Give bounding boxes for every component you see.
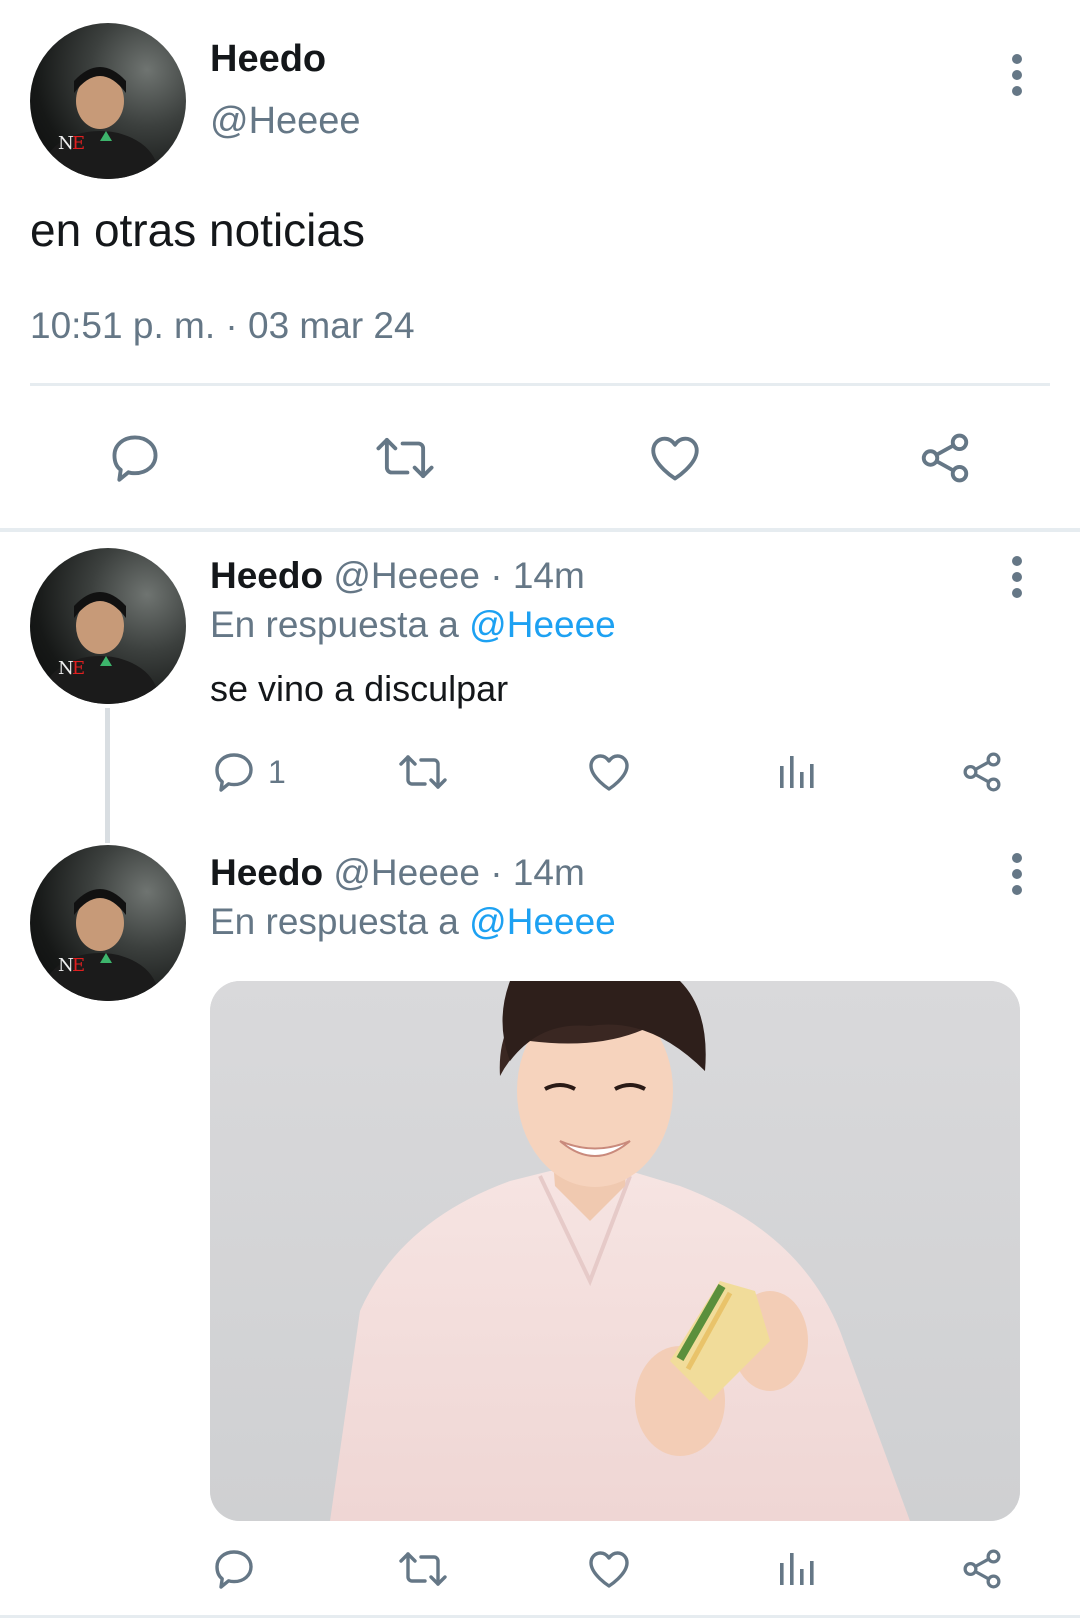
retweet-icon [399,1552,447,1586]
more-icon[interactable] [1005,51,1029,104]
share-icon [921,433,969,483]
analytics-icon [780,1553,814,1585]
analytics-icon [780,756,814,788]
retweet-button[interactable] [395,748,451,796]
analytics-button[interactable] [772,748,820,796]
like-icon [589,1551,629,1588]
relative-time: · 14m [490,555,585,596]
share-button[interactable] [958,748,1006,796]
analytics-button[interactable] [772,1545,820,1593]
reply-count: 1 [268,753,286,790]
display-name[interactable]: Heedo [210,852,323,893]
share-button[interactable] [915,428,975,488]
avatar[interactable]: N E [30,845,186,1001]
tweet-timestamp[interactable]: 10:51 p. m. · 03 mar 24 [30,305,415,347]
reply-header: Heedo @Heeee · 14m [210,555,585,597]
reply-context: En respuesta a @Heeee [210,901,616,943]
tweet-text: se vino a disculpar [210,668,509,709]
reply-prefix: En respuesta a [210,604,459,645]
reply-icon [215,753,253,792]
share-button[interactable] [958,1545,1006,1593]
reply-button[interactable] [210,1545,258,1593]
like-icon [589,754,629,791]
svg-text:E: E [72,658,85,679]
thread-line [105,708,110,843]
user-handle[interactable]: @Heeee [333,555,480,596]
user-handle[interactable]: @Heeee [333,852,480,893]
share-icon [963,752,1001,792]
reply-button[interactable] [105,428,165,488]
divider [30,383,1050,386]
like-icon [651,436,699,481]
more-icon[interactable] [1005,850,1029,903]
retweet-icon [399,755,447,789]
share-icon [963,1549,1001,1589]
like-button[interactable] [585,1545,633,1593]
retweet-icon [376,437,434,479]
display-name[interactable]: Heedo [210,38,326,81]
avatar[interactable]: N E [30,23,186,179]
svg-text:E: E [72,955,85,976]
reply-prefix: En respuesta a [210,901,459,942]
bottom-divider [0,1615,1080,1618]
like-button[interactable] [585,748,633,796]
tweet-photo[interactable] [210,981,1020,1521]
display-name[interactable]: Heedo [210,555,323,596]
more-icon[interactable] [1005,553,1029,606]
mention-link[interactable]: @Heeee [469,901,616,942]
mention-link[interactable]: @Heeee [469,604,616,645]
svg-text:E: E [72,133,85,154]
reply-button[interactable]: 1 [210,748,286,796]
reply-icon [112,435,158,482]
user-handle[interactable]: @Heeee [210,100,361,143]
relative-time: · 14m [490,852,585,893]
retweet-button[interactable] [395,1545,451,1593]
retweet-button[interactable] [370,428,440,488]
like-button[interactable] [645,428,705,488]
reply-context: En respuesta a @Heeee [210,604,616,646]
section-divider [0,528,1080,532]
avatar[interactable]: N E [30,548,186,704]
tweet-text: en otras noticias [30,204,365,256]
reply-icon [215,1550,253,1589]
reply-header: Heedo @Heeee · 14m [210,852,585,894]
